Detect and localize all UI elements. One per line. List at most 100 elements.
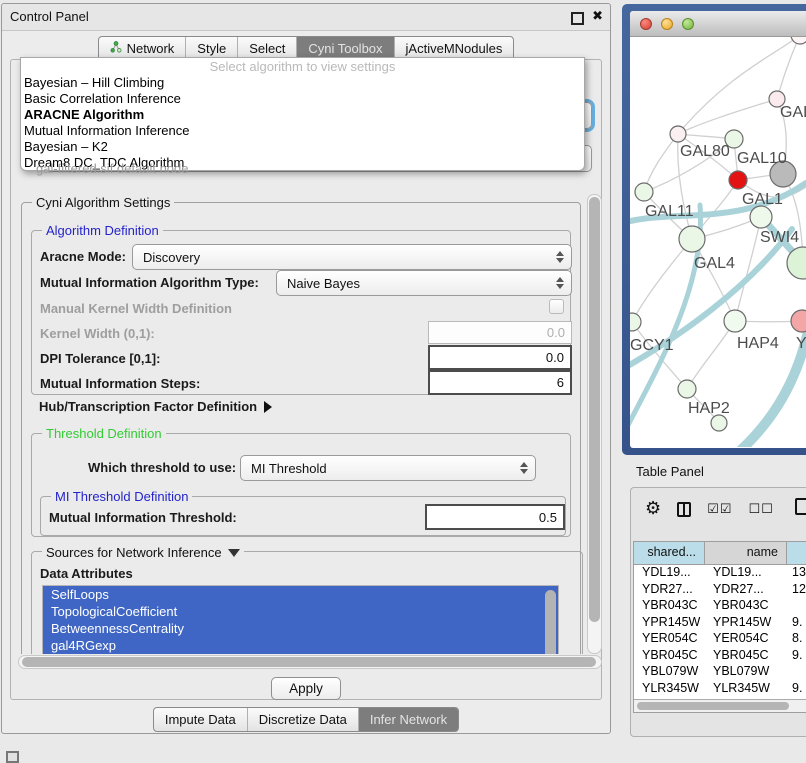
network-view-inner: GALGAL80GAL10GAL1GAL11SWI4GAL4GCY1HAP4YH… (630, 11, 806, 448)
aracne-mode-combo[interactable]: Discovery (132, 244, 572, 270)
network-node-gcy1[interactable] (630, 313, 641, 331)
table-row[interactable]: YBR045CYBR045C9. (634, 647, 806, 664)
algorithm-option[interactable]: ARACNE Algorithm (21, 107, 584, 123)
node-label: GAL10 (737, 150, 787, 167)
which-threshold-combo[interactable]: MI Threshold (240, 455, 536, 481)
network-node-y[interactable] (791, 310, 806, 332)
algorithm-option[interactable]: Basic Correlation Inference (21, 91, 584, 107)
data-attribute-item[interactable]: SelfLoops (43, 586, 558, 603)
mi-algorithm-type-combo[interactable]: Naive Bayes (276, 270, 572, 296)
settings-vertical-scrollbar[interactable] (587, 194, 602, 654)
bottom-tab-discretize-data[interactable]: Discretize Data (247, 708, 358, 731)
deselect-all-columns-icon[interactable]: ☐☐ (748, 502, 773, 517)
gear-icon[interactable]: ⚙ (645, 500, 661, 518)
table-cell: YDR27... (634, 581, 705, 598)
table-cell: 9. (787, 614, 806, 631)
mi-threshold-label: Mutual Information Threshold: (49, 510, 237, 525)
network-node-gal1[interactable] (729, 171, 747, 189)
tab-label: jActiveMNodules (406, 41, 503, 56)
table-cell: YDL19... (634, 564, 705, 581)
table-toolbar: ⚙ ☑☑ ☐☐ (645, 500, 774, 518)
network-node-gal4[interactable] (679, 226, 705, 252)
dpi-tolerance-field[interactable]: 0.0 (428, 345, 572, 370)
minimized-panel-icon[interactable] (6, 751, 19, 763)
table-row[interactable]: YDL19...YDL19...13 (634, 564, 806, 581)
which-threshold-label: Which threshold to use: (88, 460, 236, 475)
zoom-traffic-light-icon[interactable] (682, 18, 694, 30)
column-header[interactable] (787, 542, 806, 564)
data-attribute-item[interactable]: TopologicalCoefficient (43, 603, 558, 620)
float-panel-icon[interactable] (571, 12, 584, 25)
tab-label: Cyni Toolbox (308, 41, 382, 56)
network-canvas[interactable]: GALGAL80GAL10GAL1GAL11SWI4GAL4GCY1HAP4YH… (630, 37, 806, 448)
node-label: GAL1 (742, 191, 783, 208)
select-all-columns-icon[interactable]: ☑☑ (707, 502, 732, 517)
table-cell: YER054C (705, 630, 787, 647)
minimize-traffic-light-icon[interactable] (661, 18, 673, 30)
network-node-gal11[interactable] (635, 183, 653, 201)
attr-list-scrollbar[interactable] (545, 590, 556, 654)
data-attributes-list[interactable]: SelfLoopsTopologicalCoefficientBetweenne… (42, 585, 559, 654)
column-header[interactable]: shared... (634, 542, 705, 564)
table-row[interactable]: YDR27...YDR27...12 (634, 581, 806, 598)
hub-definition-expander[interactable]: Hub/Transcription Factor Definition (39, 399, 272, 414)
sources-group-title[interactable]: Sources for Network Inference (42, 545, 244, 560)
network-icon (110, 41, 122, 56)
node-label: HAP4 (737, 335, 779, 352)
table-row[interactable]: YER054CYER054C8. (634, 630, 806, 647)
hub-definition-label: Hub/Transcription Factor Definition (39, 399, 257, 414)
column-header[interactable]: name (705, 542, 787, 564)
node-label: GAL (780, 104, 806, 121)
algorithm-definition-title: Algorithm Definition (42, 223, 163, 238)
bottom-tab-infer-network[interactable]: Infer Network (358, 708, 458, 731)
export-table-icon[interactable] (795, 498, 806, 515)
settings-horizontal-scrollbar[interactable] (18, 655, 602, 669)
combo-stepper-icon (556, 277, 564, 289)
table-row[interactable]: YLR345WYLR345W9. (634, 680, 806, 697)
threshold-definition-group: Threshold Definition Which threshold to … (31, 433, 571, 537)
table-row[interactable]: YBL079WYBL079W (634, 663, 806, 680)
node-label: GAL11 (645, 203, 694, 220)
network-node-hap2[interactable] (678, 380, 696, 398)
bottom-tab-impute-data[interactable]: Impute Data (154, 708, 247, 731)
network-node[interactable] (711, 415, 727, 431)
table-cell: 9. (787, 680, 806, 697)
aracne-mode-label: Aracne Mode: (40, 249, 126, 264)
mi-threshold-field[interactable]: 0.5 (425, 504, 565, 530)
algorithm-option[interactable]: Bayesian – Hill Climbing (21, 75, 584, 91)
table-horizontal-scrollbar[interactable] (634, 699, 806, 712)
close-traffic-light-icon[interactable] (640, 18, 652, 30)
data-attribute-item[interactable]: gal4RGexp (43, 637, 558, 654)
mi-steps-label: Mutual Information Steps: (40, 376, 200, 391)
data-attribute-item[interactable]: BetweennessCentrality (43, 620, 558, 637)
table-row[interactable]: YBR043CYBR043C (634, 597, 806, 614)
table-row[interactable]: YPR145WYPR145W9. (634, 614, 806, 631)
algorithm-option[interactable]: Mutual Information Inference (21, 123, 584, 139)
table-cell: YDL19... (705, 564, 787, 581)
network-node-hap4[interactable] (724, 310, 746, 332)
threshold-definition-title: Threshold Definition (42, 426, 166, 441)
table-cell: YER054C (634, 630, 705, 647)
tab-label: Impute Data (165, 712, 236, 727)
network-node-gal80[interactable] (670, 126, 686, 142)
kernel-width-label: Kernel Width (0,1): (40, 326, 155, 341)
cyni-toolbox-content: gal-filtered.sif default node Select alg… (10, 59, 602, 700)
network-node-swi4[interactable] (750, 206, 772, 228)
network-node[interactable] (791, 37, 806, 44)
columns-icon[interactable] (677, 502, 691, 517)
table-cell: YBL079W (634, 663, 705, 680)
mi-algorithm-type-value: Naive Bayes (287, 276, 360, 291)
network-window-titlebar[interactable] (630, 11, 806, 37)
apply-button[interactable]: Apply (271, 677, 341, 700)
kernel-width-field[interactable]: 0.0 (428, 321, 572, 344)
manual-kernel-checkbox[interactable] (549, 299, 564, 314)
close-icon[interactable]: ✖ (592, 4, 603, 30)
table-cell: 12 (787, 581, 806, 598)
mi-steps-field[interactable]: 6 (428, 370, 572, 395)
node-label: HAP2 (688, 400, 730, 417)
control-panel-title: Control Panel (10, 9, 89, 24)
table-cell (787, 663, 806, 680)
algorithm-popup-list: Bayesian – Hill ClimbingBasic Correlatio… (21, 75, 584, 171)
table-cell: YDR27... (705, 581, 787, 598)
algorithm-option[interactable]: Bayesian – K2 (21, 139, 584, 155)
